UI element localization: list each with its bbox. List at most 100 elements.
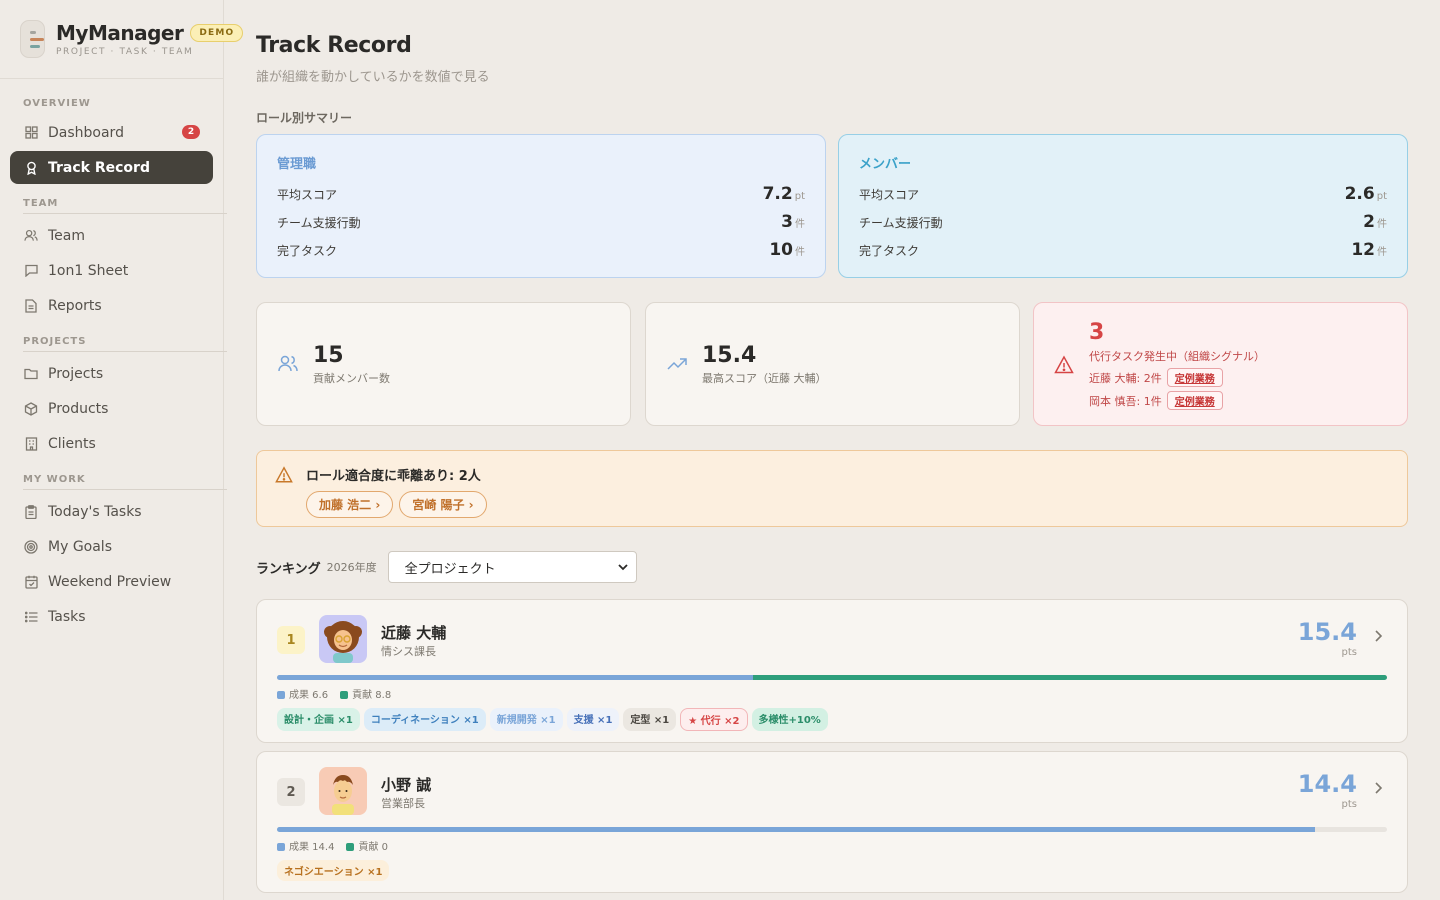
banner-title: ロール適合度に乖離あり: 2人	[306, 469, 481, 484]
sidebar-item-track-record[interactable]: Track Record	[10, 151, 213, 184]
ranking-year: 2026年度	[326, 561, 377, 574]
nav-section-overview: OVERVIEW	[23, 98, 91, 109]
warning-icon	[1054, 355, 1074, 374]
demo-badge: DEMO	[190, 24, 244, 42]
skill-tags: 設計・企画 ×1 コーディネーション ×1 新規開発 ×1 支援 ×1 定型 ×…	[277, 708, 828, 731]
role-row-label: 完了タスク	[859, 244, 920, 258]
trending-up-icon	[667, 358, 687, 370]
stat-card-alert: 3 代行タスク発生中（組織シグナル） 近藤 大輔: 2件 定例業務 岡本 慎吾:…	[1033, 302, 1408, 426]
member-role: 情シス課長	[381, 645, 436, 658]
box-icon	[24, 401, 38, 416]
sidebar-item-1on1-sheet[interactable]: 1on1 Sheet	[10, 254, 213, 287]
role-row-value: 10	[769, 240, 793, 260]
routine-task-link[interactable]: 定例業務	[1166, 391, 1223, 410]
achievement-bar	[277, 827, 1315, 832]
role-mismatch-banner: ロール適合度に乖離あり: 2人 加藤 浩二 › 宮崎 陽子 ›	[256, 450, 1408, 527]
achievement-bar	[277, 675, 753, 680]
score-bar	[277, 827, 1387, 832]
clipboard-icon	[24, 504, 38, 519]
sidebar-item-my-goals[interactable]: My Goals	[10, 530, 213, 563]
sidebar-item-label: Reports	[48, 297, 102, 314]
stat-card-top-score: 15.4 最高スコア（近藤 大輔）	[645, 302, 1020, 426]
sidebar-item-dashboard[interactable]: Dashboard 2	[10, 116, 213, 149]
alert-line: 岡本 慎吾: 1件 定例業務	[1089, 391, 1387, 410]
project-filter-select[interactable]: 全プロジェクト	[387, 551, 637, 583]
document-icon	[24, 298, 38, 313]
legend-contribution: 貢献 0	[346, 838, 388, 853]
sidebar-item-projects[interactable]: Projects	[10, 357, 213, 390]
folder-icon	[24, 367, 38, 381]
chat-icon	[24, 264, 38, 278]
score-unit: pts	[1341, 799, 1357, 810]
score-legend: 成果 6.6 貢献 8.8	[277, 686, 391, 701]
sidebar-item-label: Team	[48, 227, 86, 244]
role-row-label: チーム支援行動	[277, 216, 361, 230]
chevron-right-icon[interactable]	[1371, 781, 1385, 795]
member-role: 営業部長	[381, 797, 425, 810]
sidebar-item-todays-tasks[interactable]: Today's Tasks	[10, 495, 213, 528]
building-icon	[24, 436, 38, 451]
page-subtitle: 誰が組織を動かしているかを数値で見る	[256, 70, 490, 85]
contribution-bar	[752, 675, 1387, 680]
chevron-down-icon	[617, 563, 628, 570]
ranking-row[interactable]: 2 小野 誠 営業部長 14.4 pts 成果 14.4 貢献 0 ネゴシエーシ…	[256, 751, 1408, 893]
alert-line-text: 近藤 大輔: 2件	[1089, 371, 1162, 385]
sidebar-item-label: Dashboard	[48, 124, 124, 141]
sidebar-item-weekend-preview[interactable]: Weekend Preview	[10, 565, 213, 598]
skill-tag: 設計・企画 ×1	[277, 708, 360, 731]
sidebar-item-label: Clients	[48, 435, 96, 452]
sidebar-item-team[interactable]: Team	[10, 219, 213, 252]
sidebar-item-label: Projects	[48, 365, 104, 382]
sidebar-item-label: My Goals	[48, 538, 112, 555]
role-row-unit: 件	[795, 247, 805, 258]
sidebar-item-products[interactable]: Products	[10, 392, 213, 425]
stat-label: 最高スコア（近藤 大輔）	[702, 371, 827, 385]
member-chip[interactable]: 宮崎 陽子 ›	[399, 491, 487, 518]
substitute-tag: ★ 代行 ×2	[680, 708, 748, 731]
member-name: 小野 誠	[381, 776, 432, 794]
sidebar-item-label: Weekend Preview	[48, 573, 172, 590]
role-row-value: 2	[1363, 212, 1375, 232]
routine-task-link[interactable]: 定例業務	[1166, 368, 1223, 387]
role-row-unit: 件	[1377, 247, 1387, 258]
nav-section-team: TEAM	[23, 198, 59, 209]
sidebar-item-label: Tasks	[48, 608, 86, 625]
role-row-unit: pt	[1376, 191, 1387, 202]
role-card-manager: 管理職 平均スコア 7.2 pt チーム支援行動 3件 完了タスク 10 件	[256, 134, 826, 278]
role-row-value: 3	[781, 212, 793, 232]
legend-achievement: 成果 6.6	[277, 686, 328, 701]
score-legend: 成果 14.4 貢献 0	[277, 838, 388, 853]
nav-divider	[23, 351, 227, 352]
role-row-label: 完了タスク	[277, 244, 338, 258]
ranking-header: ランキング 2026年度 全プロジェクト	[256, 551, 637, 583]
skill-tag: 定型 ×1	[623, 708, 677, 731]
alert-line-text: 岡本 慎吾: 1件	[1089, 394, 1162, 408]
users-icon	[278, 355, 298, 372]
stat-value: 15	[313, 342, 344, 368]
app-subtitle: PROJECT · TASK · TEAM	[56, 47, 194, 57]
ranking-row[interactable]: 1 近藤 大輔 情シス課長 15.4 pts 成果 6.6 貢献 8.8 設計・…	[256, 599, 1408, 743]
avatar	[319, 767, 367, 815]
avatar	[319, 615, 367, 663]
nav-divider	[23, 213, 227, 214]
sidebar: MyManager DEMO PROJECT · TASK · TEAM OVE…	[0, 0, 244, 900]
app-title: MyManager	[56, 21, 184, 45]
role-row-unit: pt	[794, 191, 805, 202]
member-chip[interactable]: 加藤 浩二 ›	[306, 491, 394, 518]
select-value: 全プロジェクト	[404, 561, 496, 577]
nav-divider	[23, 489, 227, 490]
member-name: 近藤 大輔	[381, 624, 447, 642]
chevron-right-icon[interactable]	[1371, 629, 1385, 643]
sidebar-item-reports[interactable]: Reports	[10, 289, 213, 322]
rank-number: 2	[277, 778, 305, 806]
role-row-unit: 件	[1377, 219, 1387, 230]
sidebar-item-tasks[interactable]: Tasks	[10, 600, 213, 633]
role-row: 完了タスク 12 件	[859, 240, 1387, 268]
sidebar-item-clients[interactable]: Clients	[10, 427, 213, 460]
notification-badge: 2	[182, 125, 200, 139]
brand[interactable]: MyManager DEMO PROJECT · TASK · TEAM	[0, 0, 244, 79]
nav-section-my-work: MY WORK	[23, 474, 86, 485]
skill-tag: 支援 ×1	[566, 708, 620, 731]
warning-icon	[275, 466, 293, 483]
sidebar-item-label: Products	[48, 400, 109, 417]
